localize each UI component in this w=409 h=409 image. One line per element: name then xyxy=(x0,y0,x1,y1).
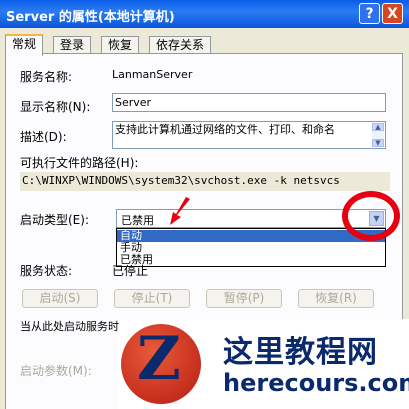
service-status-label: 服务状态: xyxy=(20,264,73,278)
highlight-circle xyxy=(342,191,400,241)
service-status-value: 已停止 xyxy=(112,264,149,278)
startup-type-dropdown: 自动 手动 已禁用 xyxy=(116,228,386,267)
option-automatic[interactable]: 自动 xyxy=(117,230,385,242)
description-value: 支持此计算机通过网络的文件、打印、和命名 xyxy=(115,123,335,136)
properties-dialog: Server 的属性(本地计算机) ? X 常规 登录 恢复 依存关系 服务名称… xyxy=(0,0,409,409)
display-name-label: 显示名称(N): xyxy=(20,100,91,114)
tab-general[interactable]: 常规 xyxy=(5,34,44,56)
tab-recovery[interactable]: 恢复 xyxy=(101,36,140,54)
title-bar[interactable]: Server 的属性(本地计算机) ? X xyxy=(0,0,409,28)
watermark-logo: Z 这里教程网 herecours.com xyxy=(119,319,409,409)
display-name-field[interactable]: Server xyxy=(112,93,386,112)
startup-type-label: 启动类型(E): xyxy=(20,213,89,227)
service-name-label: 服务名称: xyxy=(20,70,73,84)
display-name-value: Server xyxy=(115,96,152,109)
close-button[interactable]: X xyxy=(382,3,403,24)
exe-path-label: 可执行文件的路径(H): xyxy=(20,156,139,170)
startup-type-value: 已禁用 xyxy=(121,214,154,227)
exe-path-value: C:\WINXP\WINDOWS\system32\svchost.exe -k… xyxy=(22,174,340,187)
logo-letter: Z xyxy=(137,324,181,394)
description-scrollbar[interactable]: ▲ ▼ xyxy=(372,123,384,147)
watermark-url: herecours.com xyxy=(223,369,409,397)
resume-button[interactable]: 恢复(R) xyxy=(298,289,374,308)
red-arrow-icon xyxy=(170,197,190,225)
description-label: 描述(D): xyxy=(20,130,67,144)
help-button[interactable]: ? xyxy=(359,3,380,24)
pause-button[interactable]: 暂停(P) xyxy=(206,289,282,308)
window-title: Server 的属性(本地计算机) xyxy=(6,10,175,25)
tab-dependencies[interactable]: 依存关系 xyxy=(149,36,212,54)
service-name-value: LanmanServer xyxy=(112,68,193,81)
start-params-label: 启动参数(M): xyxy=(20,364,92,378)
option-disabled[interactable]: 已禁用 xyxy=(117,254,385,266)
scroll-up-icon[interactable]: ▲ xyxy=(372,123,384,131)
watermark-name: 这里教程网 xyxy=(223,335,378,370)
start-button[interactable]: 启动(S) xyxy=(22,289,98,308)
description-field[interactable]: 支持此计算机通过网络的文件、打印、和命名 ▲ ▼ xyxy=(112,121,386,149)
scroll-down-icon[interactable]: ▼ xyxy=(372,139,384,147)
tab-logon[interactable]: 登录 xyxy=(53,36,92,54)
stop-button[interactable]: 停止(T) xyxy=(114,289,190,308)
exe-path-field: C:\WINXP\WINDOWS\system32\svchost.exe -k… xyxy=(20,172,390,191)
option-manual[interactable]: 手动 xyxy=(117,242,385,254)
